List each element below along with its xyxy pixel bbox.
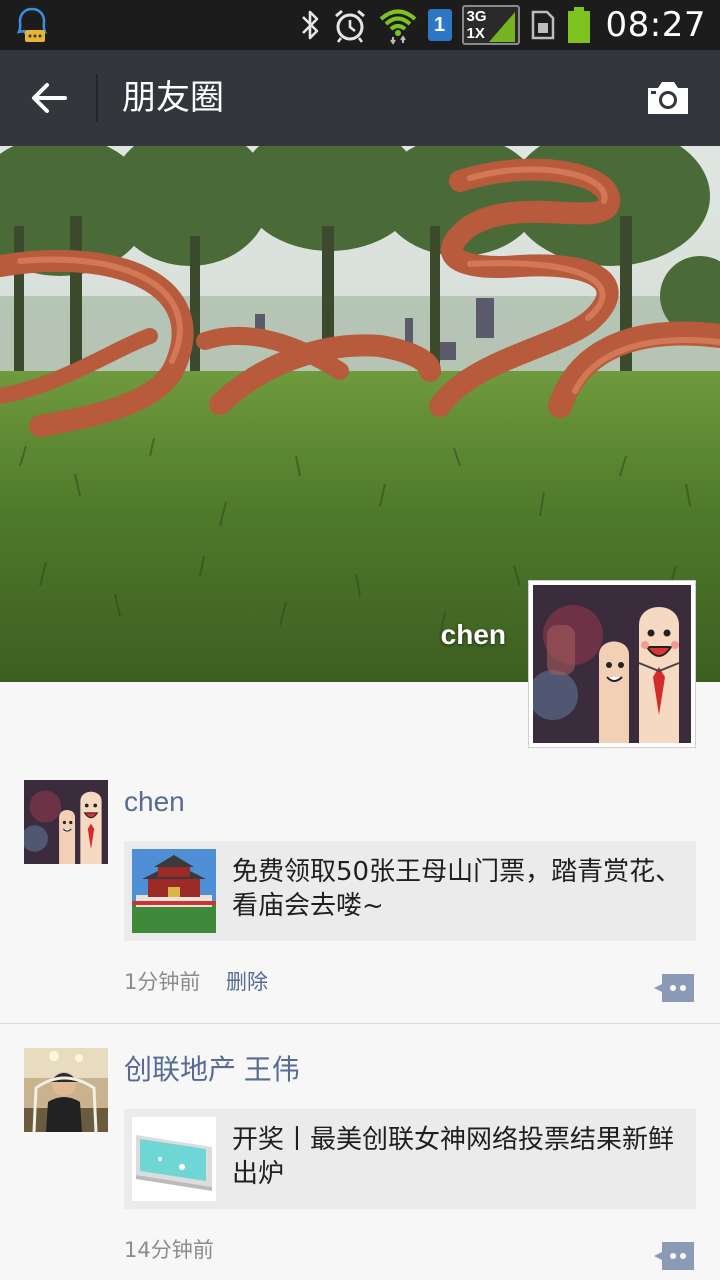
avatar[interactable]: [24, 780, 108, 864]
phone-thumbnail-image: [132, 1117, 216, 1201]
comment-bubble-icon: [654, 974, 694, 1002]
status-bar: 1 3G 1X 08:27: [0, 0, 720, 50]
finger-puppets-avatar-image: [528, 585, 691, 743]
camera-icon: [648, 82, 688, 114]
comment-bubble-icon: [654, 1242, 694, 1270]
qq-chat-icon: [14, 6, 50, 44]
link-card[interactable]: 开奖丨最美创联女神网络投票结果新鲜出炉: [124, 1109, 696, 1209]
camera-button[interactable]: [638, 72, 698, 124]
back-arrow-icon: [32, 83, 67, 113]
link-card[interactable]: 免费领取50张王母山门票，踏青赏花、看庙会去喽~: [124, 841, 696, 941]
post-author-name[interactable]: chen: [124, 784, 185, 820]
title-divider: [96, 74, 98, 122]
moment-post: chen 免费领取50张王母山门票，踏青赏花、看庙会去喽~ 1分钟前 删除: [0, 780, 720, 1025]
post-author-name[interactable]: 创联地产 王伟: [124, 1052, 300, 1088]
moment-post: 创联地产 王伟 开奖丨最美创联女神网络投票结果新鲜出炉 14分钟前: [0, 1048, 720, 1280]
post-divider: [0, 1023, 720, 1024]
finger-puppets-avatar-image: [24, 780, 108, 864]
sd-card-icon: [530, 7, 556, 43]
temple-thumbnail-image: [132, 849, 216, 933]
page-title: 朋友圈: [122, 78, 224, 118]
delete-button[interactable]: 删除: [226, 966, 268, 996]
link-title: 免费领取50张王母山门票，踏青赏花、看庙会去喽~: [232, 857, 682, 921]
battery-icon: [566, 7, 592, 43]
sim-icon: 1: [427, 9, 452, 41]
cover-avatar[interactable]: [528, 580, 696, 748]
post-timestamp: 1分钟前: [124, 970, 201, 994]
network-type-label-2: 1X: [466, 25, 485, 42]
title-bar: 朋友圈: [0, 50, 720, 146]
avatar[interactable]: [24, 1048, 108, 1132]
alarm-icon: [332, 7, 368, 43]
post-timestamp: 14分钟前: [124, 1238, 214, 1262]
person-avatar-image: [24, 1048, 108, 1132]
network-type-label: 3G: [466, 8, 487, 25]
link-thumbnail: [132, 1117, 216, 1201]
comment-button[interactable]: [652, 972, 696, 1004]
comment-button[interactable]: [652, 1240, 696, 1272]
cover-user-name: chen: [440, 619, 506, 650]
link-title: 开奖丨最美创联女神网络投票结果新鲜出炉: [232, 1125, 675, 1189]
back-button[interactable]: [18, 70, 80, 126]
bluetooth-icon: [298, 7, 322, 43]
wifi-icon: [378, 7, 418, 45]
link-thumbnail: [132, 849, 216, 933]
clock-time: 08:27: [605, 5, 706, 45]
network-signal-icon: 3G 1X: [461, 5, 520, 45]
